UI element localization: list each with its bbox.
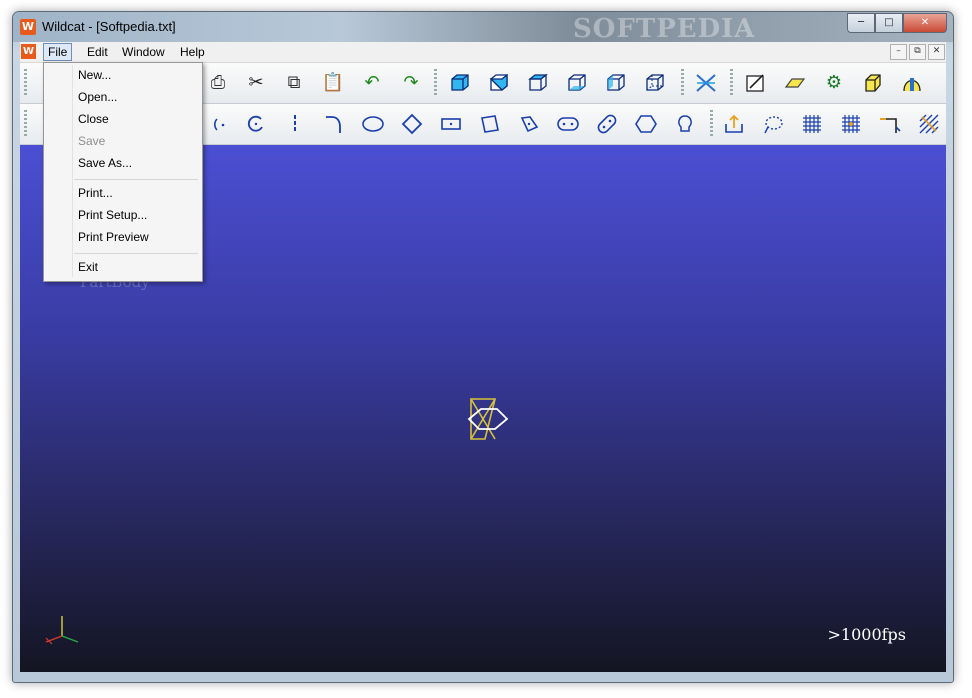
- view-front-icon[interactable]: [448, 71, 472, 95]
- mdi-buttons: – ⧉ ✕: [890, 44, 945, 60]
- toolbar-grip[interactable]: [681, 69, 684, 97]
- hexagon-icon[interactable]: [634, 112, 658, 136]
- menu-item-save-as[interactable]: Save As...: [44, 152, 202, 174]
- hatch-icon[interactable]: [917, 112, 941, 136]
- grid-icon[interactable]: [800, 112, 824, 136]
- undo-icon[interactable]: ↶: [360, 71, 384, 95]
- watermark: SOFTPEDIA: [573, 14, 756, 44]
- toolbar-grip[interactable]: [710, 110, 713, 138]
- menu-separator: [74, 179, 198, 180]
- export-icon[interactable]: [722, 112, 746, 136]
- menu-help[interactable]: Help: [176, 44, 209, 60]
- menu-bar: W File Edit Window Help – ⧉ ✕: [20, 42, 946, 63]
- window-title: Wildcat - [Softpedia.txt]: [42, 19, 176, 34]
- mdi-restore-button[interactable]: ⧉: [909, 44, 926, 60]
- view-right-icon[interactable]: [643, 71, 667, 95]
- rectangle-icon[interactable]: [439, 112, 463, 136]
- extrude-icon[interactable]: [861, 71, 885, 95]
- toolbar-grip[interactable]: [24, 69, 27, 97]
- paste-icon[interactable]: 📋: [321, 71, 345, 95]
- title-bar[interactable]: W Wildcat - [Softpedia.txt] SOFTPEDIA ─ …: [13, 12, 953, 44]
- vertical-line-icon[interactable]: [283, 112, 307, 136]
- app-logo-icon: W: [20, 19, 36, 35]
- menu-separator: [74, 253, 198, 254]
- view-top-icon[interactable]: [526, 71, 550, 95]
- file-menu-dropdown: New... Open... Close Save Save As... Pri…: [43, 62, 203, 282]
- menu-item-close[interactable]: Close: [44, 108, 202, 130]
- redo-icon[interactable]: ↷: [399, 71, 423, 95]
- document-icon[interactable]: W: [21, 44, 36, 59]
- print-icon[interactable]: ⎙: [206, 71, 230, 95]
- skew-shape-icon[interactable]: [517, 112, 541, 136]
- close-button[interactable]: ✕: [903, 13, 947, 33]
- point-icon[interactable]: [208, 112, 232, 136]
- slot-icon[interactable]: [556, 112, 580, 136]
- plane-icon[interactable]: [783, 71, 807, 95]
- sketch-icon[interactable]: [744, 71, 768, 95]
- fillet-curve-icon[interactable]: [322, 112, 346, 136]
- menu-item-open[interactable]: Open...: [44, 86, 202, 108]
- gear-icon[interactable]: ⚙: [822, 71, 846, 95]
- view-bottom-icon[interactable]: [565, 71, 589, 95]
- diamond-icon[interactable]: [400, 112, 424, 136]
- axis-triad-icon: [42, 614, 82, 650]
- menu-item-new[interactable]: New...: [44, 64, 202, 86]
- revolve-icon[interactable]: [900, 71, 924, 95]
- toolbar-grip[interactable]: [730, 69, 733, 97]
- ellipse-icon[interactable]: [361, 112, 385, 136]
- toolbar-grip[interactable]: [434, 69, 437, 97]
- menu-edit[interactable]: Edit: [83, 44, 112, 60]
- view-back-icon[interactable]: [487, 71, 511, 95]
- mdi-minimize-button[interactable]: –: [890, 44, 907, 60]
- intersect-icon[interactable]: [694, 71, 718, 95]
- lasso-icon[interactable]: [761, 112, 785, 136]
- menu-file[interactable]: File: [43, 43, 73, 61]
- trim-icon[interactable]: [878, 112, 902, 136]
- caption-buttons: ─ □ ✕: [847, 13, 947, 33]
- minimize-button[interactable]: ─: [847, 13, 875, 33]
- parallelogram-icon[interactable]: [478, 112, 502, 136]
- toolbar-grip[interactable]: [24, 110, 27, 138]
- maximize-button[interactable]: □: [875, 13, 903, 33]
- sketch-shape-icon[interactable]: [455, 395, 511, 447]
- cut-icon[interactable]: ✂: [244, 71, 268, 95]
- fps-counter: >1000fps: [827, 625, 907, 644]
- rotated-slot-icon[interactable]: [595, 112, 619, 136]
- snap-grid-icon[interactable]: [839, 112, 863, 136]
- menu-item-exit[interactable]: Exit: [44, 256, 202, 278]
- menu-item-print[interactable]: Print...: [44, 182, 202, 204]
- menu-item-print-preview[interactable]: Print Preview: [44, 226, 202, 248]
- copy-icon[interactable]: ⧉: [282, 71, 306, 95]
- bulb-icon[interactable]: [673, 112, 697, 136]
- mdi-close-button[interactable]: ✕: [928, 44, 945, 60]
- menu-window[interactable]: Window: [118, 44, 169, 60]
- menu-item-save[interactable]: Save: [44, 130, 202, 152]
- menu-item-print-setup[interactable]: Print Setup...: [44, 204, 202, 226]
- view-left-icon[interactable]: [604, 71, 628, 95]
- arc-icon[interactable]: [244, 112, 268, 136]
